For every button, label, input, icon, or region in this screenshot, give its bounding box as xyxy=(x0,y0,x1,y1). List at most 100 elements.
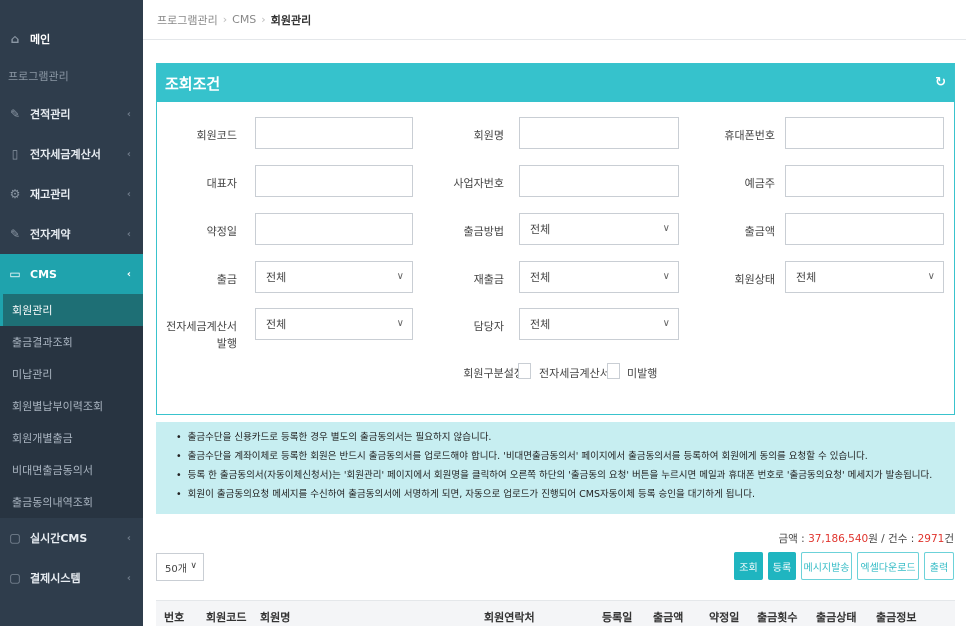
depositor-input[interactable] xyxy=(785,165,944,197)
amount-unit: 원 / 건수 : xyxy=(868,533,918,545)
submenu-item-withdraw-result[interactable]: 출금결과조회 xyxy=(0,326,143,358)
tax-invoice-label: 전자세금계산서 발행 xyxy=(157,318,237,352)
chevron-down-icon: ∨ xyxy=(396,318,404,329)
withdraw-amount-label: 출금액 xyxy=(744,225,775,238)
send-message-button[interactable]: 메시지발송 xyxy=(801,552,852,580)
refresh-icon[interactable]: ↻ xyxy=(935,75,946,90)
breadcrumb-current: 회원관리 xyxy=(270,13,312,27)
column-header[interactable]: 회원연락처 xyxy=(484,609,535,625)
settings-icon: ⚙ xyxy=(9,187,21,201)
sidebar-item-label: 전자세금계산서 xyxy=(30,148,101,161)
sidebar: ⌂ 메인 프로그램관리 ✎ 견적관리 ‹ ▯ 전자세금계산서 ‹ ⚙ 재고관리 … xyxy=(0,0,143,626)
member-code-label: 회원코드 xyxy=(196,129,237,142)
submenu-item-payment-history[interactable]: 회원별납부이력조회 xyxy=(0,390,143,422)
tax-invoice-label-line1: 전자세금계산서 xyxy=(166,320,237,333)
submenu-item-unpaid[interactable]: 미납관리 xyxy=(0,358,143,390)
withdraw-amount-input[interactable] xyxy=(785,213,944,245)
tax-invoice-select[interactable]: 전체 ∨ xyxy=(255,308,413,340)
mobile-label: 휴대폰번호 xyxy=(724,129,775,142)
breadcrumb-separator: › xyxy=(222,13,228,26)
column-header[interactable]: 출금횟수 xyxy=(757,609,797,625)
sidebar-item-realtime-cms[interactable]: ▢ 실시간CMS ‹ xyxy=(0,518,143,558)
notice-item: 출금수단을 신용카드로 등록한 경우 별도의 출금동의서는 필요하지 않습니다. xyxy=(166,428,945,447)
business-no-input[interactable] xyxy=(519,165,679,197)
member-status-label: 회원상태 xyxy=(734,273,775,286)
rewithdraw-label: 재출금 xyxy=(473,273,504,286)
sidebar-section-title: 프로그램관리 xyxy=(8,70,69,83)
select-value: 전체 xyxy=(530,223,551,236)
print-button[interactable]: 출력 xyxy=(924,552,954,580)
contract-date-input[interactable] xyxy=(255,213,413,245)
search-button[interactable]: 조회 xyxy=(734,552,763,580)
notice-item: 등록 한 출금동의서(자동이체신청서)는 '회원관리' 페이지에서 회원명을 클… xyxy=(166,466,945,485)
depositor-label: 예금주 xyxy=(744,177,775,190)
member-type-label: 회원구분설정 xyxy=(463,367,524,380)
chevron-left-icon: ‹ xyxy=(126,148,131,160)
not-issued-checkbox-label: 미발행 xyxy=(627,367,658,380)
not-issued-checkbox[interactable] xyxy=(607,363,620,379)
withdraw-select[interactable]: 전체 ∨ xyxy=(255,261,413,293)
chevron-down-icon: ∨ xyxy=(190,561,197,571)
column-header[interactable]: 출금상태 xyxy=(816,609,856,625)
member-name-label: 회원명 xyxy=(473,129,504,142)
sidebar-item-e-contract[interactable]: ✎ 전자계약 ‹ xyxy=(0,214,143,254)
excel-download-button[interactable]: 엑셀다운로드 xyxy=(857,552,919,580)
sidebar-item-tax-invoice[interactable]: ▯ 전자세금계산서 ‹ xyxy=(0,134,143,174)
chevron-left-icon: ‹ xyxy=(126,108,131,120)
search-panel: 조회조건 ↻ 회원코드 회원명 휴대폰번호 대표자 사업자번호 예금주 약정일 … xyxy=(156,63,955,415)
submenu-item-contactless-consent[interactable]: 비대면출금동의서 xyxy=(0,454,143,486)
search-panel-header: 조회조건 ↻ xyxy=(157,64,954,102)
column-header[interactable]: 출금액 xyxy=(653,609,683,625)
sidebar-item-cms[interactable]: ▭ CMS ‹ xyxy=(0,254,143,294)
chevron-down-icon: ∨ xyxy=(662,223,670,234)
column-header[interactable]: 약정일 xyxy=(709,609,739,625)
sidebar-item-estimate[interactable]: ✎ 견적관리 ‹ xyxy=(0,94,143,134)
sidebar-item-home[interactable]: ⌂ 메인 xyxy=(0,20,143,58)
manager-select[interactable]: 전체 ∨ xyxy=(519,308,679,340)
sidebar-home-label: 메인 xyxy=(30,33,51,46)
member-code-input[interactable] xyxy=(255,117,413,149)
rewithdraw-select[interactable]: 전체 ∨ xyxy=(519,261,679,293)
edit-icon: ✎ xyxy=(9,107,21,121)
sidebar-item-label: 견적관리 xyxy=(30,108,71,121)
breadcrumb-item[interactable]: CMS xyxy=(232,13,256,26)
home-icon: ⌂ xyxy=(10,32,20,46)
notice-item: 출금수단을 계좌이체로 등록한 회원은 반드시 출금동의서를 업로드해야 합니다… xyxy=(166,447,945,466)
column-header[interactable]: 회원명 xyxy=(260,609,290,625)
tax-invoice-label-line2: 발행 xyxy=(216,337,237,350)
select-value: 전체 xyxy=(796,271,817,284)
select-value: 전체 xyxy=(530,318,551,331)
submenu-item-individual-withdraw[interactable]: 회원개별출금 xyxy=(0,422,143,454)
count-unit: 건 xyxy=(944,533,954,545)
withdraw-method-select[interactable]: 전체 ∨ xyxy=(519,213,679,245)
sidebar-item-label: CMS xyxy=(30,267,57,281)
sidebar-item-label: 실시간CMS xyxy=(30,532,88,545)
summary-text: 금액 : 37,186,540원 / 건수 : 2971건 xyxy=(779,531,954,546)
withdraw-label: 출금 xyxy=(216,273,237,286)
submenu-item-member-management[interactable]: 회원관리 xyxy=(0,294,143,326)
breadcrumb-item[interactable]: 프로그램관리 xyxy=(157,12,218,28)
column-header[interactable]: 등록일 xyxy=(602,609,632,625)
folder-icon: ▢ xyxy=(9,571,21,585)
sidebar-item-inventory[interactable]: ⚙ 재고관리 ‹ xyxy=(0,174,143,214)
select-value: 전체 xyxy=(266,271,287,284)
sidebar-item-payment-system[interactable]: ▢ 결제시스템 ‹ xyxy=(0,558,143,598)
column-header[interactable]: 번호 xyxy=(164,609,184,625)
representative-input[interactable] xyxy=(255,165,413,197)
chevron-left-icon: ‹ xyxy=(126,228,131,240)
card-icon: ▭ xyxy=(9,267,21,281)
member-name-input[interactable] xyxy=(519,117,679,149)
submenu-item-consent-history[interactable]: 출금동의내역조회 xyxy=(0,486,143,518)
document-icon: ▯ xyxy=(11,147,19,161)
page-size-select[interactable]: 50개 ∨ xyxy=(156,553,204,581)
page-size-value: 50개 xyxy=(165,563,187,575)
chevron-left-icon: ‹ xyxy=(126,268,131,280)
mobile-input[interactable] xyxy=(785,117,944,149)
table-header: 번호 회원코드 회원명 회원연락처 등록일 출금액 약정일 출금횟수 출금상태 … xyxy=(156,600,955,626)
member-status-select[interactable]: 전체 ∨ xyxy=(785,261,944,293)
tax-invoice-checkbox[interactable] xyxy=(518,363,531,379)
sidebar-submenu: 회원관리 출금결과조회 미납관리 회원별납부이력조회 회원개별출금 비대면출금동… xyxy=(0,294,143,518)
column-header[interactable]: 회원코드 xyxy=(206,609,246,625)
column-header[interactable]: 출금정보 xyxy=(876,609,916,625)
register-button[interactable]: 등록 xyxy=(768,552,796,580)
